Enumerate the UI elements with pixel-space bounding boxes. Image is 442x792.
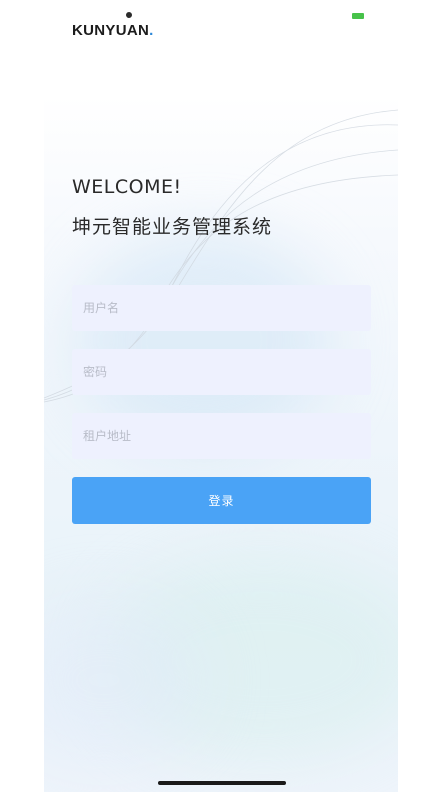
password-input[interactable] (72, 349, 371, 395)
brand-logo: KUNYUAN. (72, 22, 154, 39)
home-indicator[interactable] (158, 781, 286, 785)
username-input[interactable] (72, 285, 371, 331)
decorative-wave-lines (43, 109, 399, 403)
tenant-address-input[interactable] (72, 413, 371, 459)
login-button[interactable]: 登录 (72, 477, 371, 524)
logo-dot-icon (126, 12, 132, 18)
welcome-heading: WELCOME! (72, 176, 182, 198)
battery-icon (352, 13, 364, 19)
system-title: 坤元智能业务管理系统 (72, 216, 273, 238)
